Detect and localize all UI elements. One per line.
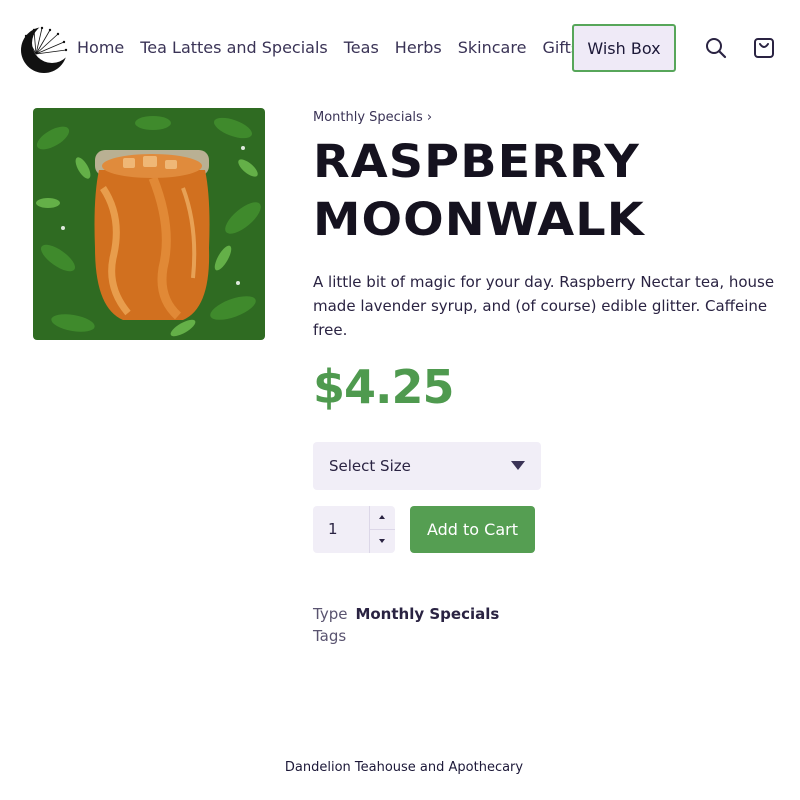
product-image[interactable]	[33, 108, 265, 340]
quantity-value[interactable]: 1	[328, 520, 338, 538]
footer-text: Dandelion Teahouse and Apothecary	[284, 760, 524, 775]
nav-tea-lattes-specials[interactable]: Tea Lattes and Specials	[140, 38, 328, 57]
cart-button[interactable]	[752, 36, 776, 60]
product-price: $4.25	[313, 360, 455, 414]
product-title-line-2: MOONWALK	[313, 193, 645, 246]
caret-up-icon	[379, 515, 385, 519]
product-title-line-1: RASPBERRY	[313, 135, 640, 188]
wish-box-button[interactable]: Wish Box	[572, 24, 676, 72]
cart-icon	[754, 38, 774, 58]
add-to-cart-button[interactable]: Add to Cart	[410, 506, 535, 553]
main-nav: Home Tea Lattes and Specials Teas Herbs …	[77, 38, 595, 57]
product-title: RASPBERRY MOONWALK	[313, 133, 800, 249]
quantity-stepper[interactable]: 1	[313, 506, 395, 553]
site-header: Home Tea Lattes and Specials Teas Herbs …	[0, 0, 800, 96]
type-label: Type	[313, 605, 348, 623]
nav-herbs[interactable]: Herbs	[395, 38, 442, 57]
quantity-decrease-button[interactable]	[370, 530, 395, 553]
chevron-down-icon	[511, 461, 525, 470]
product-tags-row: Tags	[313, 627, 354, 645]
nav-skincare[interactable]: Skincare	[458, 38, 527, 57]
tags-label: Tags	[313, 627, 347, 645]
search-icon	[706, 38, 727, 59]
caret-down-icon	[379, 539, 385, 543]
breadcrumb[interactable]: Monthly Specials ›	[313, 110, 432, 125]
size-select[interactable]: Select Size	[313, 442, 541, 490]
nav-teas[interactable]: Teas	[344, 38, 379, 57]
search-button[interactable]	[704, 36, 728, 60]
logo-icon[interactable]	[20, 24, 70, 74]
product-description: A little bit of magic for your day. Rasp…	[313, 273, 775, 339]
nav-home[interactable]: Home	[77, 38, 124, 57]
type-value-link[interactable]: Monthly Specials	[355, 605, 499, 623]
quantity-increase-button[interactable]	[370, 506, 395, 529]
product-type-row: Type Monthly Specials	[313, 605, 499, 623]
size-select-label: Select Size	[329, 457, 411, 475]
